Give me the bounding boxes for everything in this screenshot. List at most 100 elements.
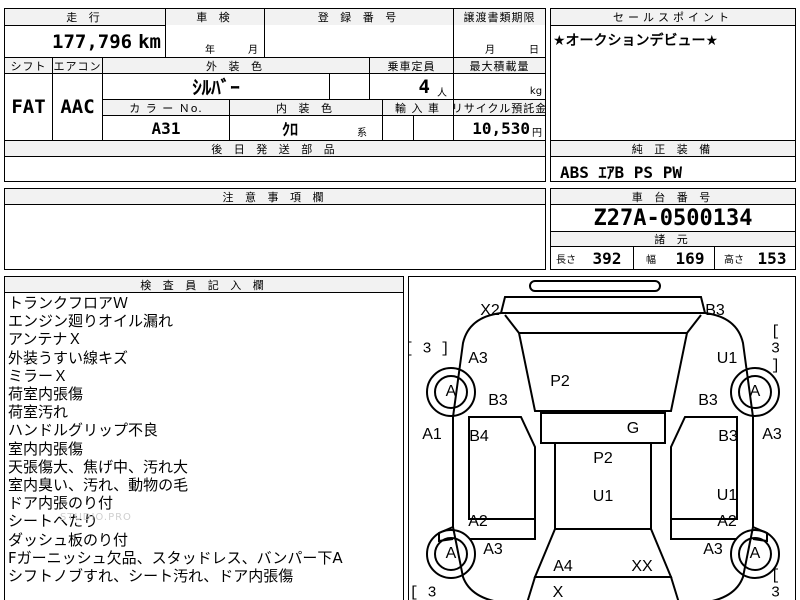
aircon-header: エアコン: [53, 58, 102, 73]
rear-bumper-shape: [529, 280, 661, 292]
mark-rear-bumper-left: X2: [480, 302, 500, 319]
mark-rear-right-lower: B3: [698, 392, 718, 409]
sales-point-text: ★オークションデビュー★: [553, 33, 719, 49]
dims-header: 諸 元: [551, 232, 795, 246]
shift-header: シフト: [5, 58, 52, 73]
capacity-unit: 人: [437, 87, 447, 99]
car-diagram-box: [ 3 ] [ 3 ] [ 3 [ 3 ] A A A A X2 B3 A3 U…: [408, 276, 796, 600]
right-rear-wheel-mark: A: [749, 383, 761, 400]
mileage-unit: km: [138, 30, 161, 53]
aircon-value: AAC: [60, 96, 95, 118]
mark-roof: P2: [593, 450, 613, 467]
mark-roof-glass: G: [626, 420, 640, 437]
mark-hood-right: XX: [631, 558, 653, 575]
mark-hood-left: A4: [553, 558, 573, 575]
height-label: 高さ: [724, 254, 744, 266]
mark-rear-right-quarter: U1: [716, 350, 738, 367]
inspector-note: ダッシュ板のり付: [8, 530, 129, 549]
inspector-note: ドア内張のり付: [8, 494, 114, 513]
inspector-note: アンテナＸ: [8, 330, 83, 349]
sales-point-header: セールスポイント: [551, 9, 795, 25]
inspector-note: 室内内張傷: [8, 439, 84, 458]
height-value: 153: [757, 248, 787, 268]
mark-rear-glass: P2: [550, 373, 570, 390]
mark-right-front-fender: A3: [703, 541, 723, 558]
max-load-header: 最大積載量: [454, 58, 545, 73]
mark-right-front-door: U1: [716, 487, 738, 504]
left-front-wheel-mark: A: [445, 545, 457, 562]
inspection-header: 車 検: [166, 9, 264, 25]
length-value: 392: [592, 248, 622, 268]
int-color-header: 内 装 色: [230, 100, 382, 115]
int-color-suffix: 系: [357, 127, 367, 139]
inspector-note: シフトノブすれ、シート汚れ、ドア内張傷: [8, 567, 294, 586]
width-value: 169: [675, 248, 705, 268]
chassis-header: 車 台 番 号: [551, 189, 795, 204]
inspector-note: ミラーＸ: [8, 366, 69, 385]
mark-left-side: A1: [422, 426, 442, 443]
inspector-note: ハンドルグリップ不良: [8, 421, 159, 440]
mark-rear-left-lower: B3: [488, 392, 508, 409]
inspection-year-label: 年: [205, 44, 215, 56]
inspector-note: トランクフロアＷ: [8, 294, 129, 312]
mark-front-bumper: X: [552, 584, 564, 600]
roof-rear-shape: [540, 412, 666, 444]
equipment-header: 純 正 装 備: [551, 141, 795, 156]
equipment-items: ABS ｴｱB PS PW: [560, 163, 682, 182]
rear-glass-shape: [517, 332, 689, 412]
mark-right-rear-door: B3: [718, 428, 738, 445]
inspector-notes: トランクフロアＷ エンジン廻りオイル漏れ アンテナＸ 外装うすい線キズ ミラーＸ…: [8, 294, 343, 585]
recycle-header: リサイクル預託金: [454, 100, 545, 115]
mark-rear-left-quarter: A3: [468, 350, 488, 367]
transfer-day-label: 日: [529, 44, 539, 56]
mark-right-front-door-lower: A2: [717, 513, 737, 530]
color-no-value: A31: [151, 118, 181, 138]
width-label: 幅: [646, 254, 656, 266]
ext-color-header: 外 装 色: [103, 58, 369, 73]
color-no-header: カ ラ ー Ｎo.: [103, 100, 229, 115]
capacity-value: 4: [418, 75, 430, 98]
inspector-note: 荷室内張傷: [8, 385, 84, 404]
inspector-note: エンジン廻りオイル漏れ: [8, 312, 174, 331]
recycle-value: 10,530: [472, 118, 530, 138]
inspector-note: 外装うすい線キズ: [8, 348, 129, 367]
later-parts-header: 後 日 発 送 部 品: [5, 141, 545, 156]
inspector-note: Fガーニッシュ欠品、スタッドレス、バンパー下A: [8, 548, 343, 567]
transfer-month-label: 月: [485, 44, 495, 56]
sales-point-box: [550, 8, 796, 141]
mileage-header: 走 行: [5, 9, 165, 25]
watermark: STUDIO.PRO: [60, 512, 132, 523]
mark-left-rear-door: B4: [469, 428, 489, 445]
tread-left-front: [ 3: [409, 584, 437, 600]
tread-right-rear: [ 3 ]: [771, 323, 781, 375]
transfer-header: 譲渡書類期限: [454, 9, 545, 25]
inspector-note: 荷室汚れ: [8, 403, 69, 422]
ext-color-value: ｼﾙﾊﾞｰ: [192, 77, 240, 99]
mileage-number: 177,796: [52, 30, 133, 53]
hood-shape: [526, 576, 680, 600]
left-rear-wheel-mark: A: [445, 383, 457, 400]
inspector-note: シートへたり: [8, 512, 99, 531]
mark-rear-bumper-right: B3: [705, 302, 725, 319]
inspector-header: 検 査 員 記 入 欄: [5, 277, 403, 292]
mark-left-front-door: A2: [468, 513, 488, 530]
mileage-value: 177,796 km: [5, 26, 165, 57]
mark-left-front-fender: A3: [483, 541, 503, 558]
import-header: 輸 入 車: [383, 100, 452, 115]
rear-panel-shape: [499, 296, 707, 314]
notes-header: 注 意 事 項 欄: [5, 189, 545, 204]
tread-right-front: [ 3 ]: [771, 567, 781, 600]
chassis-number: Z27A-0500134: [593, 205, 753, 231]
inspection-month-label: 月: [248, 44, 258, 56]
recycle-unit: 円: [532, 127, 542, 139]
length-label: 長さ: [556, 254, 576, 266]
max-load-unit: kg: [529, 85, 543, 97]
tread-left-rear: [ 3 ]: [408, 340, 450, 358]
right-front-wheel-mark: A: [749, 545, 761, 562]
shift-value: FAT: [11, 96, 46, 118]
inspector-note: 室内臭い、汚れ、動物の毛: [8, 476, 189, 495]
int-color-value: ｸﾛ: [281, 120, 298, 139]
registration-header: 登 録 番 号: [265, 9, 453, 25]
capacity-header: 乗車定員: [370, 58, 453, 73]
mark-roof-front: U1: [592, 488, 614, 505]
